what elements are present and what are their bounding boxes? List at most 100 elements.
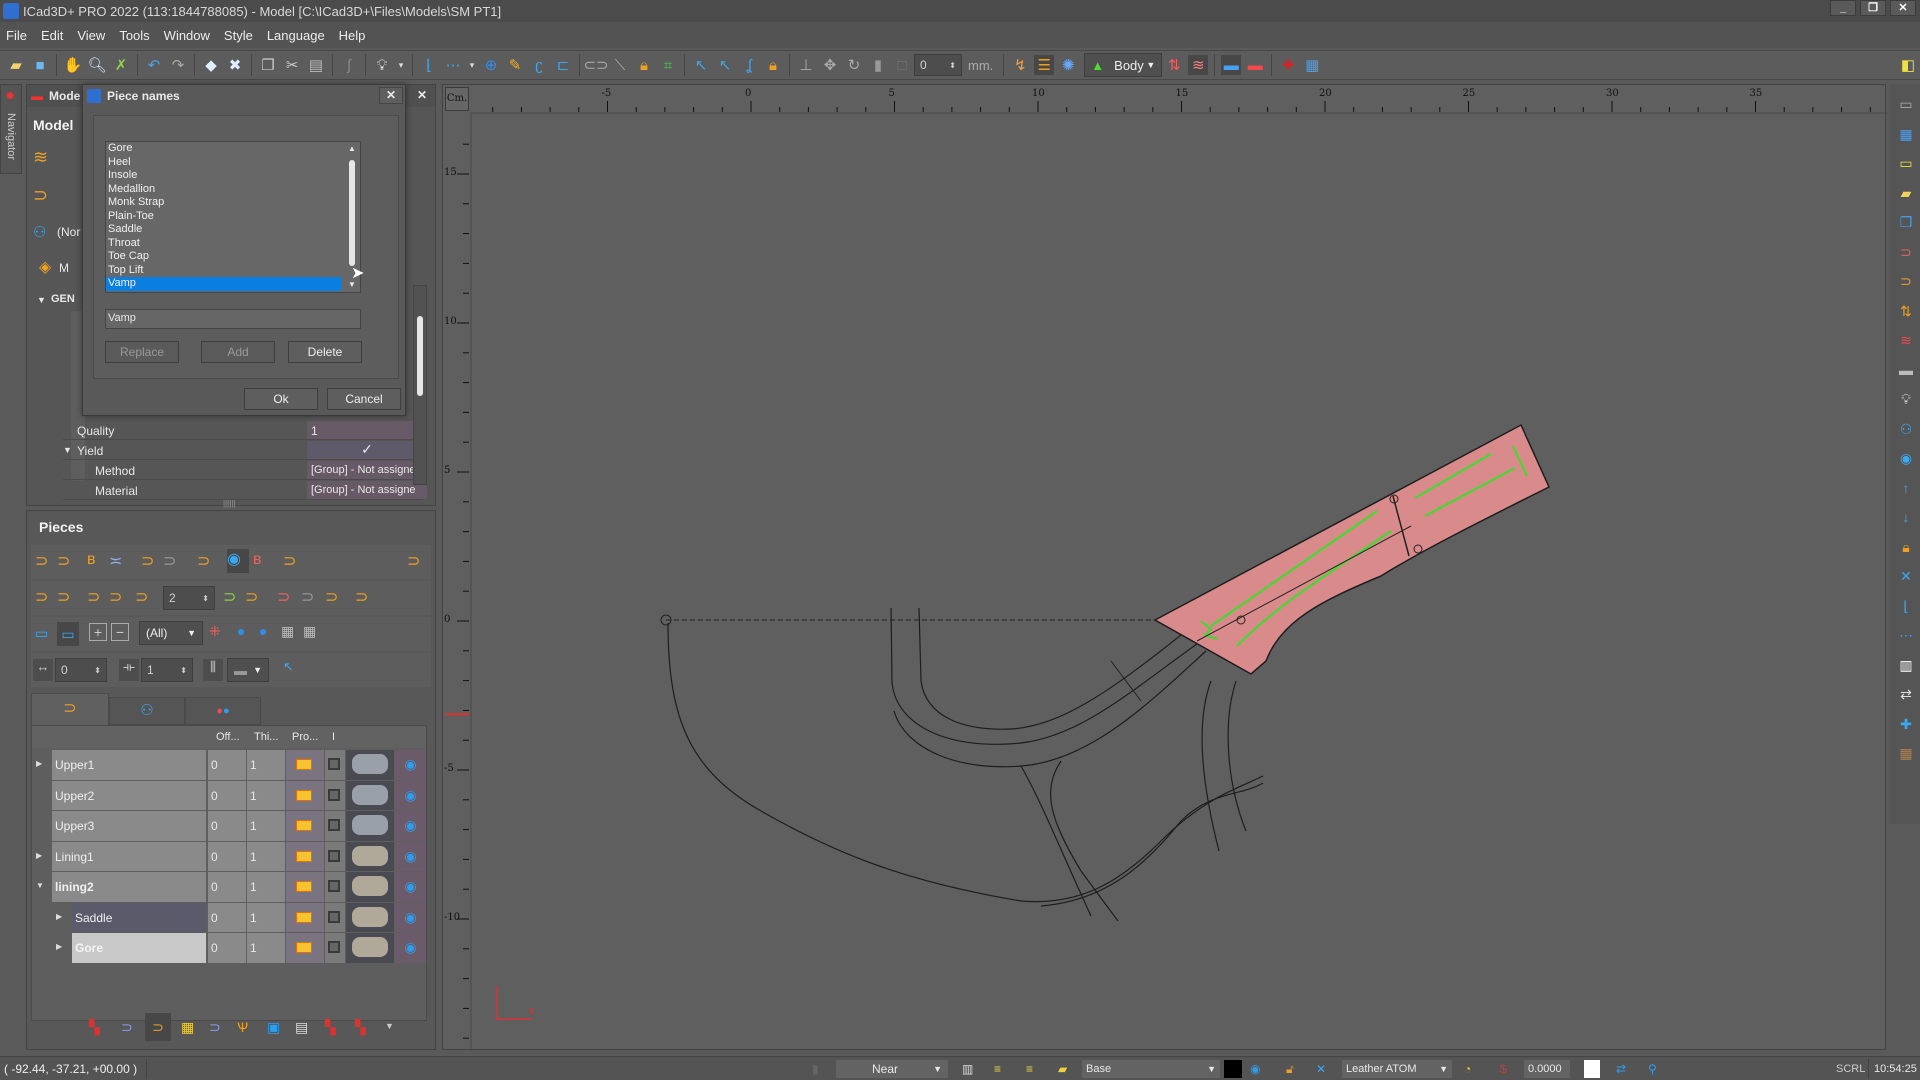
list-item[interactable]: Top Lift [106, 264, 342, 278]
folder-link-icon[interactable]: ▰ [1897, 185, 1915, 205]
add-point-icon[interactable]: ⌊ [419, 55, 439, 75]
texture-grid-icon[interactable]: ▦ [1897, 745, 1915, 765]
paste-piece-icon[interactable]: ⊃ [163, 551, 176, 571]
collapse-icon[interactable]: ▼ [36, 881, 44, 890]
piece-include-cell[interactable] [325, 902, 345, 932]
piece-offset[interactable]: 0 [208, 933, 246, 963]
table-row[interactable]: Upper2 0 1 ◉ [32, 780, 426, 810]
add-piece-icon[interactable]: ⊃ [35, 587, 48, 607]
drawing-canvas[interactable]: Cm. -5 0 5 10 15 20 25 30 35 15 10 5 0 -5 -10 x [442, 84, 1887, 1051]
visibility-eye-icon[interactable]: ◉ [395, 902, 426, 932]
add-piece-icon[interactable]: ⊃ [35, 551, 48, 571]
stacked-pieces-icon[interactable]: ≋ [1188, 55, 1209, 75]
piece-offset[interactable]: 0 [208, 750, 246, 780]
spinner-arrows-icon[interactable]: ⬍ [949, 61, 956, 70]
piece-profile-cell[interactable] [286, 811, 324, 841]
piece-orange-icon[interactable]: ⊃ [1897, 273, 1915, 293]
list-item[interactable]: Medallion [106, 183, 342, 197]
tab-pieces[interactable]: ⊃ [31, 693, 109, 725]
chevron-down-icon[interactable]: ▾ [396, 55, 406, 75]
include-checkbox[interactable] [328, 819, 340, 831]
piece-name[interactable]: Upper1 [52, 750, 206, 780]
chevron-down-icon[interactable]: ▼ [385, 1021, 394, 1031]
zoom-fit-icon[interactable]: ✗ [111, 55, 131, 75]
visibility-eye-icon[interactable]: ◉ [395, 780, 426, 810]
menu-help[interactable]: Help [339, 28, 366, 43]
minimize-button[interactable]: _ [1830, 0, 1856, 16]
replace-button[interactable]: Replace [105, 341, 179, 363]
tools-icon[interactable]: Ѱ [237, 1019, 248, 1035]
export-icon[interactable]: ▚ [89, 1019, 100, 1036]
exit-panel-icon[interactable]: ◧ [1898, 55, 1918, 75]
piece-material-cell[interactable] [346, 811, 394, 841]
material-select[interactable]: Leather ATOM ▼ [1342, 1060, 1452, 1078]
layer-settings-icon[interactable]: ≡ [1026, 1060, 1033, 1078]
restore-button[interactable]: ❐ [1860, 0, 1886, 16]
piece-material-cell[interactable] [346, 872, 394, 902]
move-up-eye-icon[interactable]: ↑ [1897, 480, 1915, 500]
color-piece-icon[interactable]: ▦ [181, 1019, 194, 1036]
piece-offset[interactable]: 0 [208, 780, 246, 810]
piece-profile-cell[interactable] [286, 933, 324, 963]
piece-include-cell[interactable] [325, 933, 345, 963]
shoe-gray-icon[interactable]: ▬ [1897, 362, 1915, 382]
grade-icon[interactable]: ⊃ [223, 587, 236, 607]
renumber-icon[interactable]: ⊃ [109, 587, 122, 607]
piece-name[interactable]: Upper3 [52, 811, 206, 841]
eye-icon[interactable]: ◉ [1250, 1060, 1260, 1078]
table-row[interactable]: ▶ Lining1 0 1 ◉ [32, 841, 426, 871]
piece-name[interactable]: Saddle [72, 902, 206, 932]
spinner-arrows-icon[interactable]: ⬍ [94, 666, 101, 675]
method-select[interactable]: [Group] - Not assigne [307, 461, 427, 479]
layers-icon[interactable]: ☰ [1034, 55, 1055, 75]
list-item[interactable]: Heel [106, 156, 342, 170]
remove-point-icon[interactable]: ● [259, 623, 267, 639]
piece-material-cell[interactable] [346, 780, 394, 810]
eraser-icon[interactable]: ◆ [201, 55, 221, 75]
menu-file[interactable]: File [6, 28, 27, 43]
hide-ids-icon[interactable]: ʙ [253, 551, 262, 569]
navigator-strip[interactable]: ✸ Navigator [0, 84, 22, 174]
cut-line-icon[interactable]: ⊃ [245, 587, 258, 607]
piece-profile-cell[interactable] [286, 841, 324, 871]
fill-style-select[interactable]: ▬ ▼ [227, 658, 269, 682]
table-row[interactable]: ▶ Gore 0 1 ◉ [32, 933, 426, 963]
select-arrow-icon[interactable]: ↖ [691, 55, 711, 75]
light-bulb-icon[interactable]: 💡︎ [372, 55, 392, 75]
piece-material-cell[interactable] [346, 902, 394, 932]
expand-icon[interactable]: ▶ [56, 912, 62, 921]
piece-include-cell[interactable] [325, 750, 345, 780]
table-row[interactable]: ▶ Upper1 0 1 ◉ [32, 750, 426, 780]
color-swatch-white[interactable] [1584, 1060, 1600, 1078]
copies-spinner[interactable]: 2 ⬍ [163, 586, 215, 610]
piece-name[interactable]: Lining1 [52, 841, 206, 871]
piece-outline-icon[interactable]: ⊃ [121, 1019, 133, 1036]
piece-include-cell[interactable] [325, 780, 345, 810]
light-bulb-icon[interactable]: 💡︎ [1897, 391, 1915, 411]
lock-icon[interactable]: 🔒︎ [634, 55, 654, 75]
ok-button[interactable]: Ok [244, 388, 318, 410]
unlock-piece-icon[interactable]: ⊃ [277, 587, 290, 607]
columns-icon[interactable]: ⫼ [203, 659, 223, 681]
list-item[interactable]: Throat [106, 237, 342, 251]
table-row[interactable]: ▼ lining2 0 1 ◉ [32, 872, 426, 902]
pencil-icon[interactable]: ✎ [505, 55, 525, 75]
include-checkbox[interactable] [328, 880, 340, 892]
expand-all-icon[interactable]: + [89, 623, 107, 641]
material-select[interactable]: [Group] - Not assigne [307, 481, 427, 499]
pan-hand-icon[interactable]: ✋ [63, 55, 83, 75]
cross-curve-icon[interactable]: ✕ [1897, 568, 1915, 588]
piece-thickness[interactable]: 1 [247, 780, 285, 810]
piece-eye-icon[interactable]: ◉ [1897, 450, 1915, 470]
column-offset[interactable]: Off... [216, 731, 240, 743]
piece-offset[interactable]: 0 [208, 841, 246, 871]
tangent-icon[interactable]: ⟍ [610, 55, 630, 75]
shoe-3d-icon[interactable]: ✺ [1058, 55, 1078, 75]
snap-mode-select[interactable]: Near ▼ [836, 1060, 948, 1078]
add-note-icon[interactable]: ▭ [1897, 155, 1915, 175]
expand-icon[interactable]: ▶ [36, 851, 42, 860]
center-icon[interactable]: ⊕ [481, 55, 501, 75]
blue-shoe-icon[interactable]: ▬ [1221, 55, 1242, 75]
open-folder-icon[interactable]: ▰ [6, 55, 26, 75]
plus-arrows-icon[interactable]: ✚ [1897, 716, 1915, 736]
